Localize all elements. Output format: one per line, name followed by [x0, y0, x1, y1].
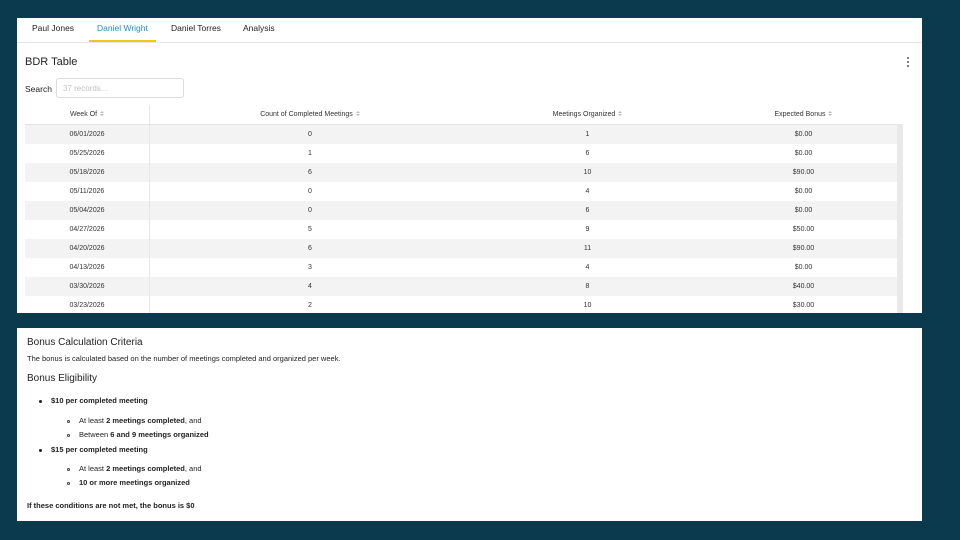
active-tab-indicator [89, 40, 156, 42]
tab-analysis[interactable]: Analysis [243, 18, 275, 42]
tier1-condition-2: Between 6 and 9 meetings organized [79, 430, 209, 439]
cell-completed-meetings: 0 [308, 207, 312, 214]
table-row[interactable]: 05/11/2026 0 4 $0.00 [25, 182, 902, 201]
table-row[interactable]: 04/13/2026 3 4 $0.00 [25, 258, 902, 277]
tier2-condition-2: 10 or more meetings organized [79, 478, 190, 487]
cell-meetings-organized: 6 [585, 207, 590, 214]
cell-expected-bonus: $0.00 [794, 131, 813, 138]
circle-bullet-icon [67, 482, 70, 485]
column-header-week-of[interactable]: Week Of [25, 105, 150, 124]
cell-week-of: 06/01/2026 [25, 125, 150, 144]
column-header-meetings-organized[interactable]: Meetings Organized [470, 105, 705, 124]
table-row[interactable]: 05/18/2026 6 10 $90.00 [25, 163, 902, 182]
tier1-heading: $10 per completed meeting [51, 396, 148, 405]
cell-week-of: 04/20/2026 [25, 239, 150, 258]
cell-week-of: 05/25/2026 [25, 144, 150, 163]
cell-meetings-organized: 4 [585, 188, 590, 195]
bdr-table: Week Of Count of Completed Meetings Meet… [25, 105, 902, 313]
cell-expected-bonus: $0.00 [794, 188, 813, 195]
sort-icon [828, 110, 833, 116]
cell-expected-bonus: $90.00 [792, 245, 815, 252]
cell-completed-meetings: 5 [308, 226, 312, 233]
cell-completed-meetings: 6 [308, 169, 312, 176]
circle-bullet-icon [67, 420, 70, 423]
column-header-expected-bonus[interactable]: Expected Bonus [705, 105, 902, 124]
cell-week-of: 05/11/2026 [25, 182, 150, 201]
cell-completed-meetings: 6 [308, 245, 312, 252]
circle-bullet-icon [67, 434, 70, 437]
cell-week-of: 05/04/2026 [25, 201, 150, 220]
tab-daniel-wright[interactable]: Daniel Wright [89, 18, 156, 42]
table-body: 06/01/2026 0 1 $0.00 05/25/2026 1 6 $0.00 05/18/… [25, 125, 902, 313]
table-header: Week Of Count of Completed Meetings Meet… [25, 105, 902, 125]
table-row[interactable]: 04/27/2026 5 9 $50.00 [25, 220, 902, 239]
table-row[interactable]: 03/30/2026 4 8 $40.00 [25, 277, 902, 296]
tier2-condition-1: At least 2 meetings completed, and [79, 464, 202, 473]
cell-completed-meetings: 1 [308, 150, 312, 157]
bullet-icon [39, 400, 42, 403]
cell-expected-bonus: $0.00 [794, 150, 813, 157]
bullet-icon [39, 449, 42, 452]
cell-week-of: 03/23/2026 [25, 296, 150, 313]
cell-week-of: 05/18/2026 [25, 163, 150, 182]
cell-week-of: 04/27/2026 [25, 220, 150, 239]
tab-bar: Paul Jones Daniel Wright Daniel Torres A… [17, 18, 922, 43]
table-row[interactable]: 04/20/2026 6 11 $90.00 [25, 239, 902, 258]
cell-expected-bonus: $30.00 [792, 302, 815, 309]
table-row[interactable]: 05/25/2026 1 6 $0.00 [25, 144, 902, 163]
bdr-table-card: Paul Jones Daniel Wright Daniel Torres A… [17, 18, 922, 313]
cell-meetings-organized: 1 [585, 131, 590, 138]
table-row[interactable]: 06/01/2026 0 1 $0.00 [25, 125, 902, 144]
table-title: BDR Table [25, 56, 78, 68]
cell-meetings-organized: 11 [583, 245, 592, 252]
tier1-condition-1: At least 2 meetings completed, and [79, 416, 202, 425]
circle-bullet-icon [67, 468, 70, 471]
cell-completed-meetings: 2 [308, 302, 312, 309]
table-row[interactable]: 03/23/2026 2 10 $30.00 [25, 296, 902, 313]
cell-expected-bonus: $0.00 [794, 207, 813, 214]
bonus-footer-note: If these conditions are not met, the bon… [27, 501, 195, 510]
sort-icon [100, 110, 105, 116]
cell-week-of: 04/13/2026 [25, 258, 150, 277]
more-options-icon[interactable] [905, 57, 911, 69]
cell-meetings-organized: 4 [585, 264, 590, 271]
sort-icon [355, 110, 360, 116]
tab-label: Daniel Wright [97, 23, 148, 33]
cell-completed-meetings: 0 [308, 131, 312, 138]
cell-completed-meetings: 3 [308, 264, 312, 271]
cell-expected-bonus: $90.00 [792, 169, 815, 176]
tab-daniel-torres[interactable]: Daniel Torres [171, 18, 221, 42]
cell-meetings-organized: 10 [583, 169, 592, 176]
bonus-description: The bonus is calculated based on the num… [27, 354, 341, 363]
bonus-criteria-title: Bonus Calculation Criteria [27, 337, 143, 348]
cell-meetings-organized: 8 [585, 283, 590, 290]
tab-paul-jones[interactable]: Paul Jones [32, 18, 74, 42]
tier2-heading: $15 per completed meeting [51, 445, 148, 454]
cell-expected-bonus: $0.00 [794, 264, 813, 271]
cell-completed-meetings: 4 [308, 283, 312, 290]
table-scrollbar[interactable] [897, 124, 903, 313]
cell-expected-bonus: $50.00 [792, 226, 815, 233]
cell-meetings-organized: 9 [585, 226, 590, 233]
cell-expected-bonus: $40.00 [792, 283, 815, 290]
search-label: Search [25, 84, 52, 94]
column-header-completed-meetings[interactable]: Count of Completed Meetings [150, 105, 470, 124]
sort-icon [618, 110, 623, 116]
bonus-eligibility-title: Bonus Eligibility [27, 373, 98, 384]
cell-meetings-organized: 10 [583, 302, 592, 309]
cell-week-of: 03/30/2026 [25, 277, 150, 296]
cell-completed-meetings: 0 [308, 188, 312, 195]
search-input[interactable] [56, 78, 184, 98]
bonus-criteria-card: Bonus Calculation Criteria The bonus is … [17, 328, 922, 521]
table-row[interactable]: 05/04/2026 0 6 $0.00 [25, 201, 902, 220]
cell-meetings-organized: 6 [585, 150, 590, 157]
